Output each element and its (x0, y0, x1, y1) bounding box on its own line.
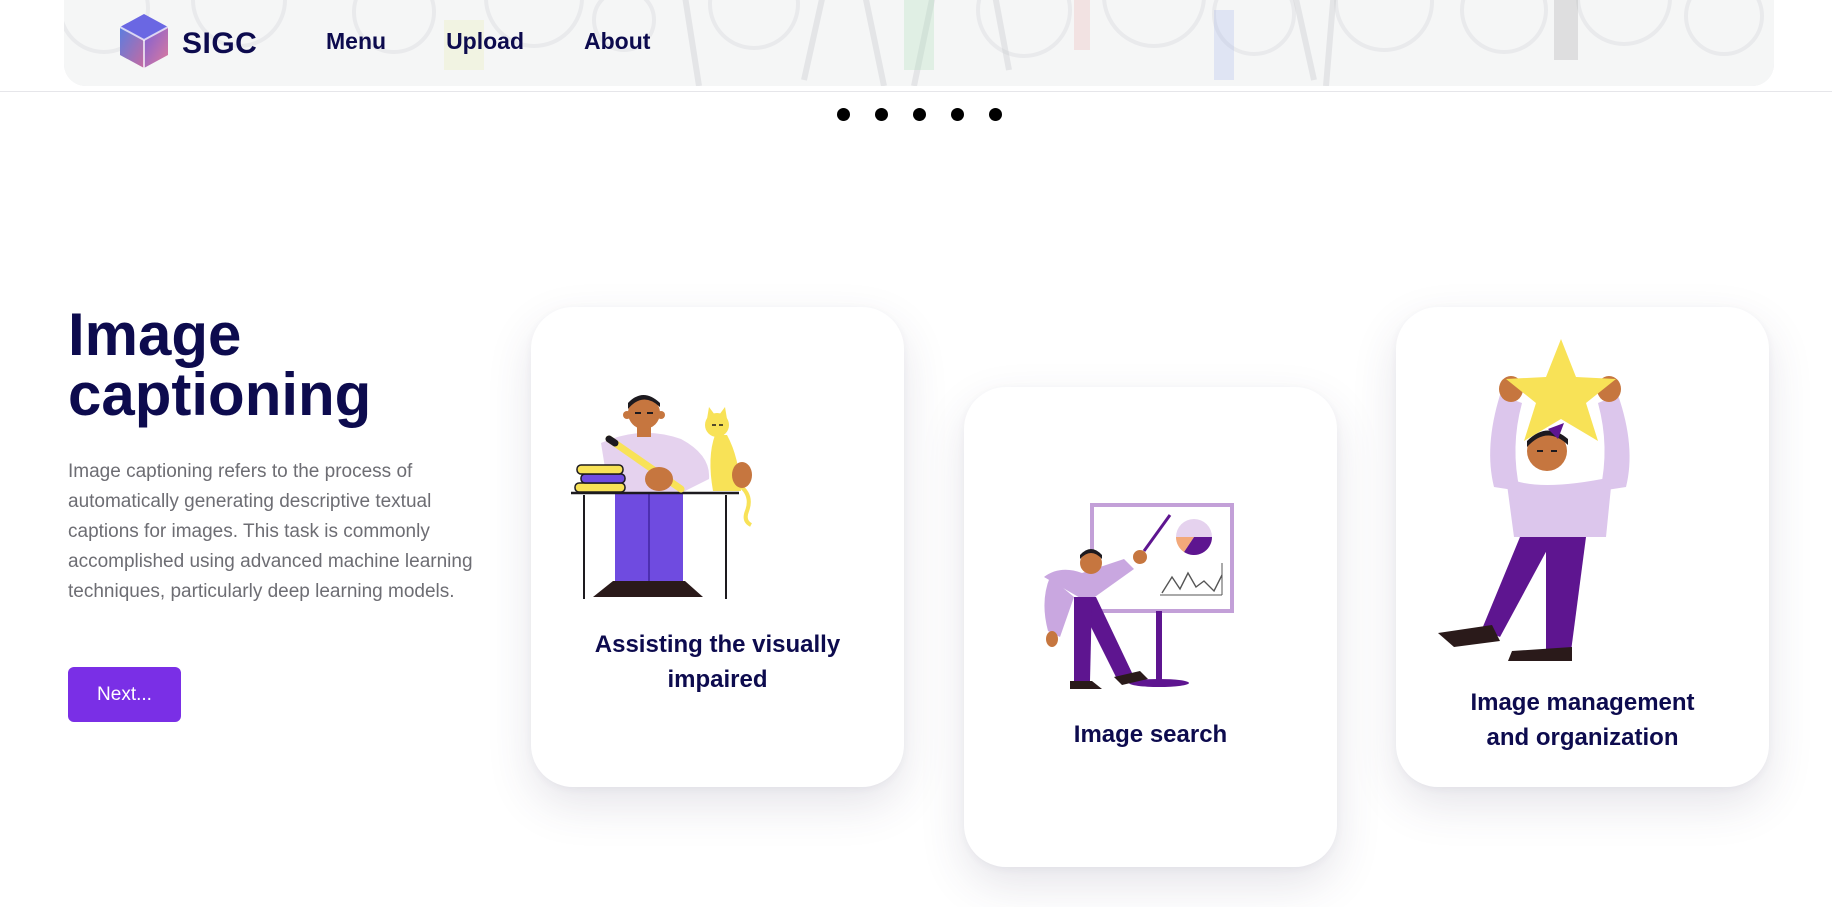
carousel-dot-3[interactable] (913, 108, 926, 121)
brand-logo[interactable]: SIGC (118, 12, 257, 75)
card-title: Assisting the visually impaired (594, 631, 841, 693)
card-image-search[interactable]: Image search (964, 387, 1337, 867)
cube-logo-icon (118, 12, 170, 75)
nav-link-about[interactable]: About (584, 28, 650, 55)
carousel-dot-5[interactable] (989, 108, 1002, 121)
nav-link-menu[interactable]: Menu (326, 28, 386, 55)
main-nav: Menu Upload About (326, 28, 650, 55)
site-header: SIGC Menu Upload About (0, 0, 1832, 92)
page-title: Image captioning (68, 301, 372, 428)
card-title: Image management and organization (1470, 689, 1695, 751)
card-visually-impaired[interactable]: Assisting the visually impaired (531, 307, 904, 787)
carousel-dot-1[interactable] (837, 108, 850, 121)
brand-name: SIGC (182, 26, 258, 60)
person-writing-with-cat-illustration (571, 395, 753, 599)
card-title: Image search (1073, 721, 1228, 748)
carousel-dot-4[interactable] (951, 108, 964, 121)
carousel-pagination (837, 108, 1002, 121)
person-holding-star-illustration (1438, 339, 1630, 661)
nav-link-upload[interactable]: Upload (446, 28, 524, 55)
header-hero-banner (64, 0, 1774, 86)
next-button[interactable]: Next... (68, 667, 181, 722)
carousel-dot-2[interactable] (875, 108, 888, 121)
intro-description: Image captioning refers to the process o… (68, 461, 473, 602)
person-presenting-chart-illustration (1044, 503, 1234, 689)
banner-overlay (64, 0, 1774, 86)
card-image-management[interactable]: Image management and organization (1396, 307, 1769, 787)
